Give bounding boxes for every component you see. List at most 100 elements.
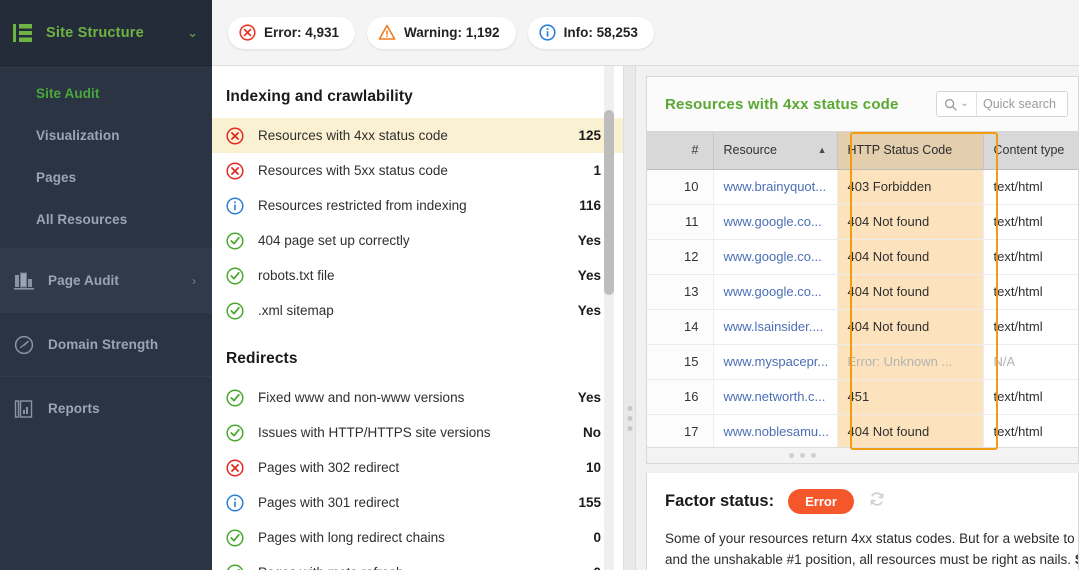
factor-row[interactable]: robots.txt file Yes — [212, 258, 623, 293]
cell-resource[interactable]: www.google.co... — [713, 239, 838, 275]
resource-link[interactable]: www.networth.c... — [724, 389, 826, 404]
resize-grip-icon — [789, 453, 816, 458]
chevron-down-icon[interactable]: ⌄ — [187, 26, 198, 39]
panel-splitter[interactable] — [624, 66, 636, 570]
table-row[interactable]: 12 www.google.co... 404 Not found text/h… — [647, 239, 1078, 275]
factor-row[interactable]: Resources with 5xx status code 1 — [212, 153, 623, 188]
table-row[interactable]: 15 www.myspacepr... Error: Unknown ... N… — [647, 344, 1078, 380]
cell-resource[interactable]: www.networth.c... — [713, 379, 838, 415]
cell-content-type: text/html — [983, 204, 1078, 240]
factor-value: 10 — [585, 460, 601, 475]
resources-table-card: Resources with 4xx status code ⌄ Quick s… — [646, 76, 1079, 464]
factor-row[interactable]: .xml sitemap Yes — [212, 293, 623, 328]
quick-search[interactable]: ⌄ — [936, 91, 1068, 117]
column-header-content-type[interactable]: Content type — [983, 132, 1078, 170]
factor-label: Issues with HTTP/HTTPS site versions — [258, 425, 491, 440]
status-badge-label: Info: 58,253 — [563, 25, 638, 40]
info-icon — [538, 24, 556, 41]
table-row[interactable]: 10 www.brainyquot... 403 Forbidden text/… — [647, 169, 1078, 205]
cell-content-type: text/html — [983, 414, 1078, 450]
sidebar-item-site-audit[interactable]: Site Audit — [0, 72, 212, 114]
factor-row[interactable]: 404 page set up correctly Yes — [212, 223, 623, 258]
cell-content-type: text/html — [983, 309, 1078, 345]
status-badge-info[interactable]: Info: 58,253 — [527, 16, 654, 49]
status-badge-error[interactable]: Error: 4,931 — [228, 16, 356, 49]
cell-http-status: 404 Not found — [837, 274, 984, 310]
table-row[interactable]: 14 www.lsainsider.... 404 Not found text… — [647, 309, 1078, 345]
cell-resource[interactable]: www.google.co... — [713, 204, 838, 240]
factor-row[interactable]: Pages with meta refresh 0 — [212, 555, 623, 570]
cell-content-type: N/A — [983, 344, 1078, 380]
check-icon — [226, 266, 244, 285]
resource-link[interactable]: www.google.co... — [724, 249, 822, 264]
factor-label: Resources restricted from indexing — [258, 198, 467, 213]
resource-link[interactable]: www.brainyquot... — [724, 179, 827, 194]
resource-link[interactable]: www.google.co... — [724, 284, 822, 299]
column-header-index[interactable]: # — [647, 132, 714, 170]
factor-status-badge[interactable]: Error — [788, 489, 854, 514]
status-chip-bar: Error: 4,931 Warning: 1,192 Info: 58,253 — [212, 0, 1079, 66]
gauge-icon — [12, 335, 36, 355]
sidebar-item-all-resources[interactable]: All Resources — [0, 198, 212, 240]
check-icon — [226, 301, 244, 320]
resource-link[interactable]: www.google.co... — [724, 214, 822, 229]
factor-label: Pages with 302 redirect — [258, 460, 400, 475]
sidebar-item-label: All Resources — [36, 211, 128, 227]
bar-chart-icon — [12, 272, 36, 290]
sort-asc-icon[interactable]: ▲ — [818, 145, 827, 155]
cell-resource[interactable]: www.myspacepr... — [713, 344, 838, 380]
error-icon — [239, 24, 256, 41]
sidebar-item-page-audit[interactable]: Page Audit › — [0, 248, 212, 312]
refresh-icon[interactable] — [868, 490, 886, 513]
info-icon — [226, 196, 244, 215]
chevron-down-icon[interactable]: ⌄ — [960, 99, 968, 109]
factor-label: Resources with 4xx status code — [258, 128, 448, 143]
factor-value: Yes — [577, 303, 601, 318]
table-row[interactable]: 11 www.google.co... 404 Not found text/h… — [647, 204, 1078, 240]
factor-label: Pages with meta refresh — [258, 565, 593, 570]
cell-resource[interactable]: www.noblesamu... — [713, 414, 838, 450]
factor-row[interactable]: Pages with long redirect chains 0 — [212, 520, 623, 555]
cell-http-status: 451 — [837, 379, 984, 415]
factor-row[interactable]: Fixed www and non-www versions Yes — [212, 380, 623, 415]
factor-label: Resources with 5xx status code — [258, 163, 448, 178]
sidebar-item-label: Reports — [48, 401, 100, 416]
column-header-resource[interactable]: Resource ▲ — [713, 132, 838, 170]
sidebar-item-domain-strength[interactable]: Domain Strength — [0, 312, 212, 376]
factor-row[interactable]: Resources with 4xx status code 125 — [212, 118, 623, 153]
resource-link[interactable]: www.lsainsider.... — [724, 319, 824, 334]
description-link-truncated[interactable]: Se — [1075, 552, 1078, 567]
scrollbar-thumb[interactable] — [604, 110, 614, 295]
cell-resource[interactable]: www.lsainsider.... — [713, 309, 838, 345]
search-icon[interactable]: ⌄ — [937, 92, 977, 116]
status-badge-warning[interactable]: Warning: 1,192 — [367, 16, 516, 49]
factor-row[interactable]: Resources restricted from indexing 116 — [212, 188, 623, 223]
factor-row[interactable]: Pages with 302 redirect 10 — [212, 450, 623, 485]
factor-value: Yes — [577, 268, 601, 283]
resource-link[interactable]: www.myspacepr... — [724, 354, 829, 369]
cell-resource[interactable]: www.brainyquot... — [713, 169, 838, 205]
search-input[interactable] — [977, 92, 1067, 116]
column-header-http-status[interactable]: HTTP Status Code — [837, 132, 984, 170]
table-row[interactable]: 16 www.networth.c... 451 text/html — [647, 379, 1078, 415]
sidebar-item-reports[interactable]: Reports — [0, 376, 212, 440]
table-row[interactable]: 17 www.noblesamu... 404 Not found text/h… — [647, 414, 1078, 450]
factor-list-scrollbar[interactable] — [604, 66, 614, 570]
sidebar-item-pages[interactable]: Pages — [0, 156, 212, 198]
factor-row[interactable]: Pages with 301 redirect 155 — [212, 485, 623, 520]
factor-status-description: Some of your resources return 4xx status… — [665, 528, 1078, 570]
factor-value: 116 — [579, 198, 601, 213]
table-resize-bar[interactable] — [647, 447, 1078, 463]
chevron-right-icon: › — [192, 273, 196, 288]
factor-row[interactable]: Issues with HTTP/HTTPS site versions No — [212, 415, 623, 450]
resource-link[interactable]: www.noblesamu... — [724, 424, 830, 439]
sidebar-item-visualization[interactable]: Visualization — [0, 114, 212, 156]
sidebar-header-site-structure[interactable]: Site Structure ⌄ — [0, 0, 212, 66]
cell-http-status: 403 Forbidden — [837, 169, 984, 205]
description-line-2-text: and the unshakable #1 position, all reso… — [665, 552, 1075, 567]
cell-http-status: 404 Not found — [837, 309, 984, 345]
table-row[interactable]: 13 www.google.co... 404 Not found text/h… — [647, 274, 1078, 310]
cell-index: 17 — [647, 414, 714, 450]
cell-resource[interactable]: www.google.co... — [713, 274, 838, 310]
check-icon — [226, 423, 244, 442]
